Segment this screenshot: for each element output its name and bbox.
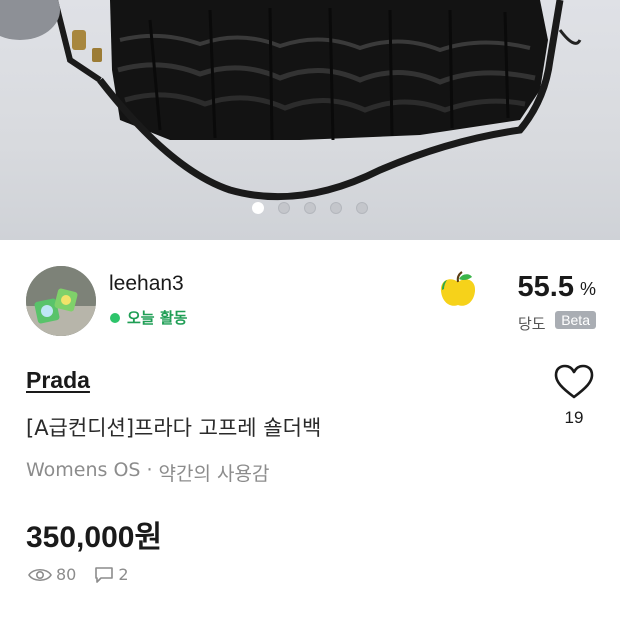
comment-count: 2 [118, 565, 129, 584]
product-title: [A급컨디션]프라다 고프레 숄더백 [26, 416, 322, 440]
meta-separator: · [146, 459, 153, 481]
sweetness-unit: % [579, 279, 596, 299]
beta-badge: Beta [555, 311, 596, 329]
product-meta: Womens OS · 약간의 사용감 [26, 459, 269, 486]
gallery-dot-1[interactable] [252, 202, 264, 214]
heart-outline-icon[interactable] [554, 364, 594, 400]
product-stats: 80 2 [28, 565, 129, 584]
eye-icon [28, 568, 52, 581]
activity-status-text: 오늘 활동 [127, 309, 188, 327]
like-count: 19 [564, 408, 584, 427]
gallery-dot-3[interactable] [304, 202, 316, 214]
chat-icon [95, 566, 114, 583]
product-condition: 약간의 사용감 [158, 463, 270, 485]
sweetness-label: 당도 [518, 315, 546, 333]
avatar-image [26, 266, 96, 336]
apple-icon [440, 271, 476, 306]
gallery-pagination [0, 202, 620, 216]
view-count: 80 [56, 565, 77, 584]
avatar[interactable] [26, 266, 96, 336]
gallery-dot-4[interactable] [330, 202, 342, 214]
product-image-gallery[interactable] [0, 0, 620, 240]
activity-status: 오늘 활동 [110, 307, 187, 328]
product-category[interactable]: Womens OS [26, 459, 141, 486]
like-button[interactable]: 19 [552, 364, 596, 444]
product-price: 350,000원 [26, 521, 163, 554]
seller-name[interactable]: leehan3 [109, 272, 184, 296]
online-dot-icon [110, 312, 120, 323]
gallery-dot-2[interactable] [278, 202, 290, 214]
gallery-dot-5[interactable] [356, 202, 368, 214]
brand-link[interactable]: Prada [26, 367, 90, 394]
seller-sweetness-score[interactable]: 55.5 % 당도 Beta [436, 266, 596, 338]
seller-profile[interactable]: leehan3 오늘 활동 55.5 % 당도 Beta [26, 266, 596, 338]
sweetness-value: 55.5 [517, 271, 574, 303]
